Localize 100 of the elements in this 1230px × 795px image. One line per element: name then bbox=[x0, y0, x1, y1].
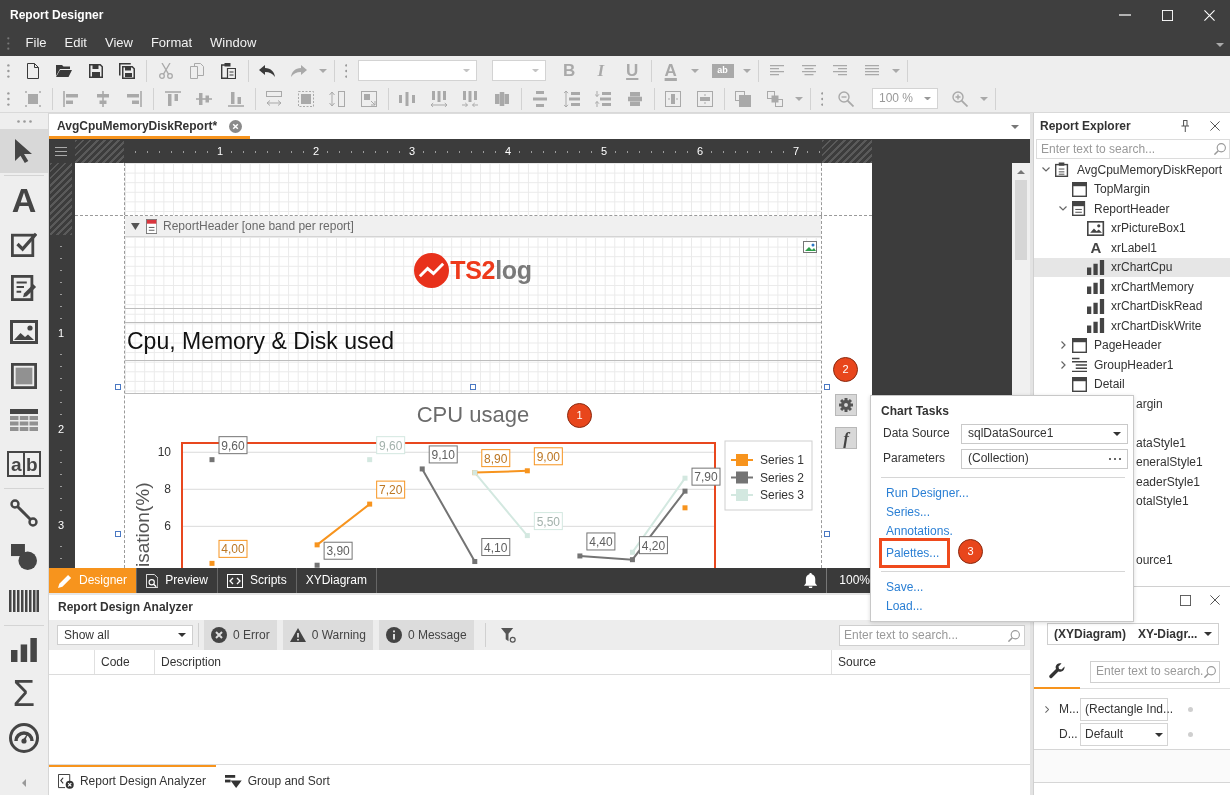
expand-chevron-icon[interactable] bbox=[1044, 706, 1050, 713]
label-tool[interactable]: A bbox=[0, 178, 48, 222]
save-icon[interactable] bbox=[88, 63, 103, 78]
scroll-up-arrow-icon[interactable] bbox=[1017, 169, 1025, 174]
data-point bbox=[682, 488, 688, 494]
tree-item[interactable]: xrChartMemory bbox=[1034, 277, 1230, 297]
search-icon bbox=[1214, 143, 1226, 155]
undo-icon[interactable] bbox=[259, 64, 276, 77]
grip-icon[interactable] bbox=[344, 63, 348, 78]
collapsed-chevron-icon[interactable] bbox=[1060, 360, 1066, 369]
data-point bbox=[629, 557, 635, 563]
new-document-icon[interactable] bbox=[26, 62, 39, 79]
panel-tab[interactable]: Report Design Analyzer bbox=[49, 765, 216, 795]
grip-icon[interactable] bbox=[7, 91, 10, 106]
maximize-icon[interactable] bbox=[1179, 594, 1191, 606]
grip-icon[interactable] bbox=[7, 63, 10, 78]
ellipsis-icon[interactable] bbox=[1109, 457, 1121, 460]
tree-item[interactable]: xrChartDiskRead bbox=[1034, 296, 1230, 316]
grip-icon[interactable] bbox=[7, 36, 10, 50]
tree-item[interactable]: PageHeader bbox=[1034, 335, 1230, 355]
caret-icon[interactable] bbox=[1113, 431, 1121, 436]
caret-icon[interactable] bbox=[1155, 732, 1163, 737]
task-link[interactable]: Save... bbox=[879, 578, 931, 597]
error-filter-button[interactable]: 0 Error bbox=[204, 620, 277, 650]
task-link[interactable]: Palettes... bbox=[879, 538, 951, 568]
clipboard-icon[interactable] bbox=[221, 62, 237, 79]
panel-tab[interactable]: Group and Sort bbox=[216, 765, 340, 795]
task-link[interactable]: Load... bbox=[879, 597, 930, 616]
tree-item[interactable]: eaderStyle1 bbox=[1136, 474, 1201, 489]
resize-handle[interactable] bbox=[115, 384, 121, 390]
tree-item[interactable]: xrPictureBox1 bbox=[1034, 218, 1230, 238]
tree-item[interactable]: otalStyle1 bbox=[1136, 494, 1189, 509]
bell-icon[interactable] bbox=[804, 573, 818, 588]
tree-item[interactable]: AvgCpuMemoryDiskReport bbox=[1034, 160, 1230, 180]
legend-label: Series 3 bbox=[760, 488, 805, 502]
tree-item[interactable]: eneralStyle1 bbox=[1136, 455, 1203, 470]
filter-icon[interactable] bbox=[500, 627, 516, 643]
group-icon bbox=[1071, 357, 1087, 373]
tree-item[interactable]: xrChartDiskWrite bbox=[1034, 316, 1230, 336]
filter-dropdown[interactable]: Show all bbox=[57, 625, 193, 645]
menu-item[interactable]: File bbox=[16, 35, 56, 51]
tree-item[interactable]: GroupHeader1 bbox=[1034, 355, 1230, 375]
message-filter-button[interactable]: 0 Message bbox=[378, 620, 474, 650]
data-point bbox=[524, 533, 530, 539]
warning-filter-button[interactable]: 0 Warning bbox=[282, 620, 373, 650]
dot-icon bbox=[1188, 707, 1193, 712]
expanded-chevron-icon[interactable] bbox=[1059, 206, 1067, 212]
resize-handle[interactable] bbox=[824, 531, 830, 537]
pin-icon[interactable] bbox=[1180, 120, 1190, 132]
task-link[interactable]: Series... bbox=[879, 503, 937, 522]
resize-handle[interactable] bbox=[824, 384, 830, 390]
save-all-icon[interactable] bbox=[119, 62, 136, 79]
grip-icon[interactable] bbox=[820, 91, 824, 106]
line-icon bbox=[10, 499, 38, 527]
menu-item[interactable]: View bbox=[95, 35, 142, 51]
menu-item[interactable]: Window bbox=[201, 35, 266, 51]
task-link[interactable]: Run Designer... bbox=[879, 484, 976, 503]
view-tab[interactable]: Scripts bbox=[217, 568, 297, 593]
tree-item[interactable]: argin bbox=[1136, 396, 1163, 411]
field-label: Parameters bbox=[882, 451, 947, 466]
close-icon[interactable] bbox=[1210, 121, 1220, 131]
tree-item[interactable]: xrChartCpu bbox=[1034, 257, 1230, 277]
panel-title: Report Design Analyzer bbox=[58, 600, 193, 615]
close-icon[interactable] bbox=[1210, 595, 1220, 605]
tree-item[interactable]: ource1 bbox=[1136, 552, 1173, 567]
menu-item[interactable]: Edit bbox=[55, 35, 96, 51]
menu-item[interactable]: Format bbox=[141, 35, 202, 51]
tree-item[interactable]: ataStyle1 bbox=[1136, 435, 1187, 450]
tree-item[interactable]: Detail bbox=[1034, 374, 1230, 394]
view-tab[interactable]: Preview bbox=[137, 568, 218, 593]
pointer-icon bbox=[15, 139, 33, 163]
caret-icon[interactable] bbox=[1204, 632, 1212, 636]
expression-button[interactable]: f bbox=[835, 427, 857, 449]
collapse-caret-icon[interactable] bbox=[22, 779, 26, 787]
dropdown-field[interactable]: sqlDataSource1 bbox=[961, 423, 1128, 444]
expand-caret-icon[interactable] bbox=[131, 222, 140, 230]
tree-item[interactable]: A xrLabel1 bbox=[1034, 238, 1230, 258]
character-comb-tool[interactable]: a b bbox=[0, 442, 48, 486]
grip-icon[interactable] bbox=[16, 119, 32, 123]
task-link[interactable]: Annotations. bbox=[879, 522, 960, 541]
resize-handle[interactable] bbox=[115, 531, 121, 537]
scroll-thumb[interactable] bbox=[1015, 180, 1027, 260]
summary-tool[interactable]: Σ bbox=[0, 672, 48, 716]
menu-icon[interactable] bbox=[55, 147, 67, 156]
smart-tag-button[interactable] bbox=[835, 394, 857, 416]
object-dropdown[interactable]: (XYDiagram) XY-Diagr... bbox=[1047, 623, 1219, 645]
gear-icon bbox=[839, 398, 853, 412]
expanded-chevron-icon[interactable] bbox=[1042, 167, 1050, 173]
view-tab[interactable]: XYDiagram bbox=[296, 568, 377, 593]
pencil-icon bbox=[58, 573, 72, 588]
resize-handle[interactable] bbox=[470, 384, 476, 390]
tree-item[interactable]: ReportHeader bbox=[1034, 199, 1230, 219]
collection-field[interactable]: (Collection) bbox=[961, 448, 1128, 469]
collapsed-chevron-icon[interactable] bbox=[1060, 341, 1066, 350]
property-dropdown[interactable]: Default bbox=[1080, 723, 1168, 746]
pointer-tool[interactable] bbox=[0, 129, 48, 173]
folder-icon[interactable] bbox=[56, 64, 73, 77]
caret-icon[interactable] bbox=[178, 633, 186, 637]
legend-label: Series 2 bbox=[760, 470, 805, 485]
tree-item[interactable]: TopMargin bbox=[1034, 179, 1230, 199]
